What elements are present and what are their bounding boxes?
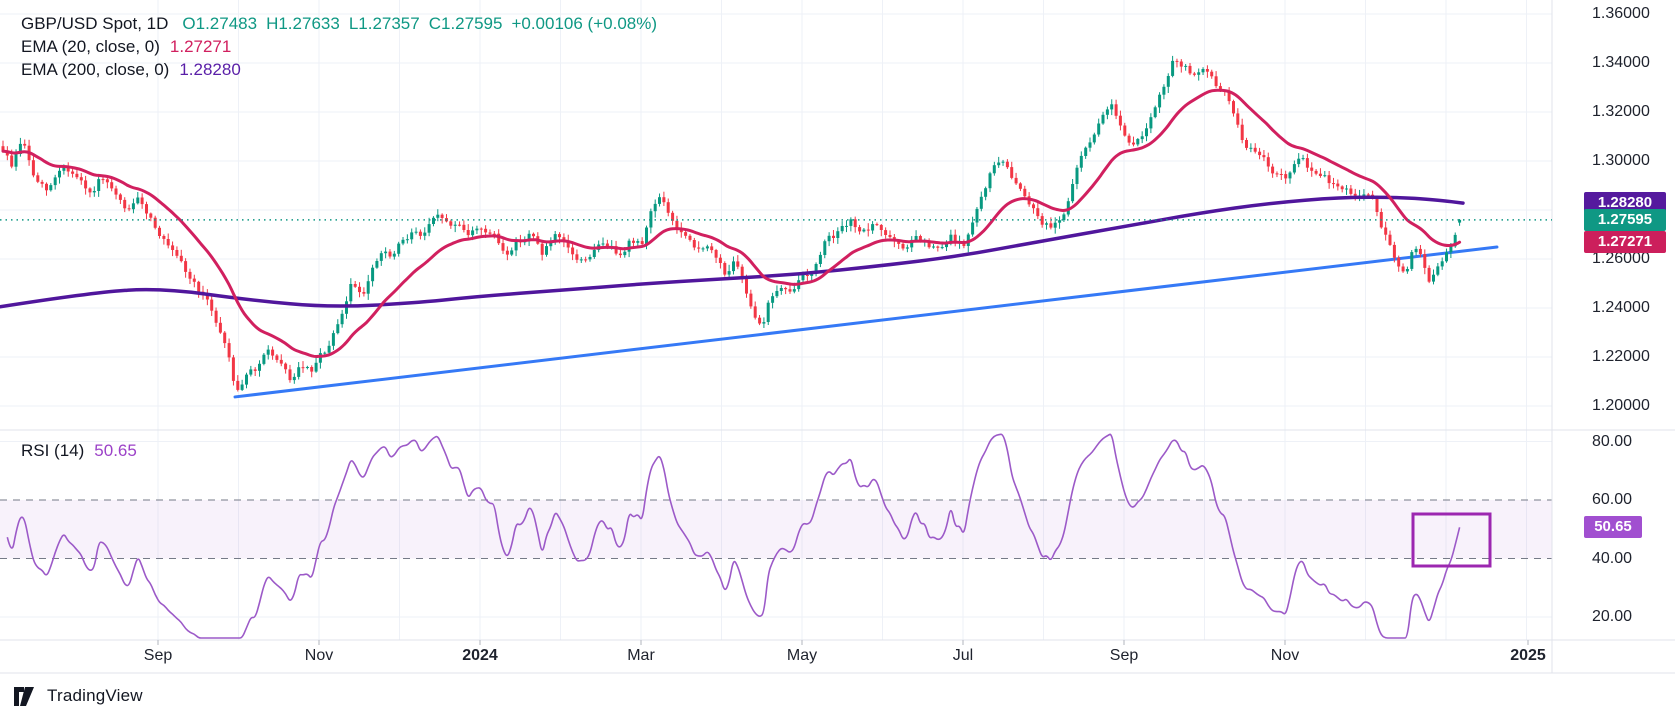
time-axis-label: 2025 (1510, 646, 1546, 666)
rsi-axis-label: 20.00 (1592, 607, 1632, 627)
tradingview-attribution[interactable]: TradingView (14, 686, 143, 706)
price-axis-label: 1.22000 (1592, 347, 1650, 367)
price-axis-label: 1.32000 (1592, 102, 1650, 122)
ema200-value: 1.28280 (179, 60, 240, 79)
price-axis-label: 1.30000 (1592, 151, 1650, 171)
rsi-legend-row[interactable]: RSI (14) 50.65 (21, 441, 137, 461)
ema20-label: EMA (20, close, 0) (21, 37, 160, 56)
rsi-value: 50.65 (94, 441, 137, 460)
rsi-axis-label: 40.00 (1592, 549, 1632, 569)
chart-canvas[interactable] (0, 0, 1675, 718)
ema20-legend-row[interactable]: EMA (20, close, 0) 1.27271 (21, 37, 231, 57)
price-axis-label: 1.34000 (1592, 53, 1650, 73)
rsi-badge: 50.65 (1584, 516, 1642, 538)
time-axis-label: Jul (953, 646, 973, 666)
price-badge: 1.27271 (1584, 231, 1666, 253)
ohlc-value: L1.27357 (349, 14, 420, 33)
ema200-legend-row[interactable]: EMA (200, close, 0) 1.28280 (21, 60, 241, 80)
time-axis-label: 2024 (462, 646, 498, 666)
rsi-label: RSI (14) (21, 441, 84, 460)
ohlc-value: C1.27595 (429, 14, 503, 33)
symbol-title: GBP/USD Spot, 1D (21, 14, 168, 33)
time-axis-label: Sep (1110, 646, 1138, 666)
ema200-label: EMA (200, close, 0) (21, 60, 169, 79)
time-axis-label: Mar (627, 646, 655, 666)
tradingview-brand-text: TradingView (47, 686, 143, 706)
ohlc-value: H1.27633 (266, 14, 340, 33)
price-badge: 1.27595 (1584, 209, 1666, 231)
rsi-axis-label: 80.00 (1592, 432, 1632, 452)
time-axis-label: May (787, 646, 817, 666)
price-axis-label: 1.24000 (1592, 298, 1650, 318)
ema20-value: 1.27271 (170, 37, 231, 56)
rsi-band (0, 500, 1552, 559)
symbol-legend-row[interactable]: GBP/USD Spot, 1D O1.27483 H1.27633 L1.27357… (21, 14, 666, 34)
trendline (235, 247, 1497, 397)
tradingview-logo-icon (14, 687, 39, 706)
price-axis-label: 1.36000 (1592, 4, 1650, 24)
candlestick-series (2, 56, 1462, 392)
price-axis-label: 1.20000 (1592, 396, 1650, 416)
ohlc-values: O1.27483 H1.27633 L1.27357 C1.27595 +0.00106… (182, 14, 666, 33)
ema200-line (0, 197, 1463, 306)
tradingview-chart-app: GBP/USD Spot, 1D O1.27483 H1.27633 L1.27357… (0, 0, 1675, 718)
time-axis-label: Sep (144, 646, 172, 666)
rsi-axis-label: 60.00 (1592, 490, 1632, 510)
ohlc-value: O1.27483 (182, 14, 257, 33)
time-axis-label: Nov (1271, 646, 1299, 666)
ohlc-value: +0.00106 (+0.08%) (511, 14, 657, 33)
time-axis-label: Nov (305, 646, 333, 666)
